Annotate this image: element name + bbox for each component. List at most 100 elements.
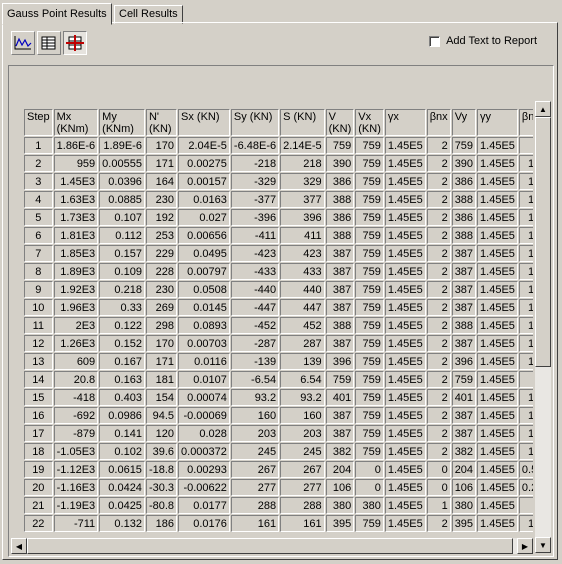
table-row[interactable]: 7 1.85E3 0.157 229 0.0495 -423 423 387 759 1.45E5… [24, 245, 533, 262]
table-row[interactable]: 3 1.45E3 0.0396 164 0.00157 -329 329 386 759 1.45… [24, 173, 533, 190]
table-cell: 0.403 [99, 389, 145, 406]
table-row[interactable]: 21 -1.19E3 0.0425 -80.8 0.0177 288 288 380 380 1.… [24, 497, 533, 514]
table-cell: 22 [24, 515, 53, 532]
table-row[interactable]: 8 1.89E3 0.109 228 0.00797 -433 433 387 759 1.45E… [24, 263, 533, 280]
table-cell: 0.122 [99, 317, 145, 334]
table-view-button[interactable] [37, 31, 61, 55]
table-row[interactable]: 16 -692 0.0986 94.5 -0.00069 160 160 387 759 1.45… [24, 407, 533, 424]
table-cell: 229 [145, 245, 178, 262]
table-cell: 0.218 [99, 281, 145, 298]
table-row[interactable]: 18 -1.05E3 0.102 39.6 0.000372 245 245 382 759 1.… [24, 443, 533, 460]
table-cell: 1.02 [518, 191, 533, 208]
column-header[interactable]: Vx (KN) [355, 109, 384, 136]
table-cell: 1.26E3 [53, 335, 99, 352]
column-header[interactable]: γy [477, 109, 518, 136]
horizontal-scrollbar[interactable]: ◀ ▶ [11, 538, 533, 554]
table-cell: 1.45E5 [477, 389, 518, 406]
column-header[interactable]: Step [24, 109, 53, 136]
table-cell: 759 [451, 137, 477, 154]
tab-gauss-point-results[interactable]: Gauss Point Results [2, 3, 112, 25]
table-cell: 0.00797 [178, 263, 230, 280]
table-cell: 387 [451, 299, 477, 316]
table-cell: 10 [24, 299, 53, 316]
column-header[interactable]: γx [384, 109, 426, 136]
table-cell: 1.45E5 [477, 317, 518, 334]
table-cell: 1.45E5 [384, 407, 426, 424]
add-text-to-report-option[interactable]: Add Text to Report [429, 35, 537, 47]
table-row[interactable]: 13 609 0.167 171 0.0116 -139 139 396 759 1.45E5 2 3… [24, 353, 533, 370]
table-cell: 204 [325, 461, 355, 478]
add-text-to-report-checkbox[interactable] [429, 35, 441, 47]
table-row[interactable]: 15 -418 0.403 154 0.00074 93.2 93.2 401 759 1.45E… [24, 389, 533, 406]
table-cell: 204 [451, 461, 477, 478]
table-row[interactable]: 17 -879 0.141 120 0.028 203 203 387 759 1.45E5 2 38… [24, 425, 533, 442]
table-cell: 181 [145, 371, 178, 388]
table-cell: 1.01 [518, 443, 533, 460]
scroll-up-button[interactable]: ▲ [535, 101, 551, 117]
table-cell: 2 [426, 515, 451, 532]
table-cell: 277 [280, 479, 325, 496]
column-header[interactable]: Vy [451, 109, 477, 136]
table-row[interactable]: 11 2E3 0.122 298 0.0893 -452 452 388 759 1.45E5 2 3… [24, 317, 533, 334]
table-cell: 139 [280, 353, 325, 370]
table-row[interactable]: 22 -711 0.132 186 0.0176 161 161 395 759 1.45E5 2 3… [24, 515, 533, 532]
vertical-scrollbar[interactable]: ▲ ▼ [535, 101, 551, 553]
column-header[interactable]: βny [518, 109, 533, 136]
scroll-right-button[interactable]: ▶ [517, 538, 533, 554]
table-cell: 11 [24, 317, 53, 334]
column-header[interactable]: V (KN) [325, 109, 355, 136]
column-header[interactable]: βnx [426, 109, 451, 136]
table-cell: 1.45E5 [477, 497, 518, 514]
table-cell: 2 [426, 155, 451, 172]
table-row[interactable]: 14 20.8 0.163 181 0.0107 -6.54 6.54 759 759 1.45E… [24, 371, 533, 388]
table-cell: -440 [230, 281, 280, 298]
column-header[interactable]: Sx (KN) [178, 109, 230, 136]
table-row[interactable]: 4 1.63E3 0.0885 230 0.0163 -377 377 388 759 1.45E… [24, 191, 533, 208]
column-header[interactable]: N' (KN) [145, 109, 178, 136]
table-cell: 0 [426, 479, 451, 496]
table-cell: 20.8 [53, 371, 99, 388]
results-grid-frame: Step Mx (KNm) My (KNm) N' (KN) Sx (KN) Sy (KN… [8, 65, 554, 557]
table-cell: 0.00703 [178, 335, 230, 352]
table-cell: 1.45E5 [384, 263, 426, 280]
table-cell: 1.45E5 [384, 443, 426, 460]
table-row[interactable]: 20 -1.16E3 0.0424 -30.3 -0.00622 277 277 106 0 1.… [24, 479, 533, 496]
column-header[interactable]: Mx (KNm) [53, 109, 99, 136]
table-cell: 386 [325, 209, 355, 226]
table-cell: 1.02 [518, 425, 533, 442]
table-row[interactable]: 5 1.73E3 0.107 192 0.027 -396 396 386 759 1.45E5 2… [24, 209, 533, 226]
arrow-up-icon: ▲ [539, 104, 547, 114]
table-cell: 759 [355, 371, 384, 388]
column-header[interactable]: Sy (KN) [230, 109, 280, 136]
table-cell: 759 [355, 191, 384, 208]
table-cell: 386 [451, 173, 477, 190]
table-cell: 759 [325, 371, 355, 388]
cross-section-view-button[interactable] [63, 31, 87, 55]
column-header[interactable]: S (KN) [280, 109, 325, 136]
table-cell: 387 [325, 263, 355, 280]
table-cell: 267 [280, 461, 325, 478]
column-header[interactable]: My (KNm) [99, 109, 145, 136]
table-cell: 1.45E5 [477, 353, 518, 370]
table-cell: 39.6 [145, 443, 178, 460]
table-row[interactable]: 1 1.86E-6 1.89E-6 170 2.04E-5 -6.48E-6 2.14E-5… [24, 137, 533, 154]
table-cell: 0.0885 [99, 191, 145, 208]
horizontal-scroll-thumb[interactable] [27, 538, 513, 554]
vertical-scroll-thumb[interactable] [535, 117, 551, 367]
scroll-left-button[interactable]: ◀ [11, 538, 27, 554]
table-row[interactable]: 2 959 0.00555 171 0.00275 -218 218 390 759 1.45E5… [24, 155, 533, 172]
table-row[interactable]: 6 1.81E3 0.112 253 0.00656 -411 411 388 759 1.45E… [24, 227, 533, 244]
table-cell: -711 [53, 515, 99, 532]
table-row[interactable]: 10 1.96E3 0.33 269 0.0145 -447 447 387 759 1.45E5… [24, 299, 533, 316]
table-cell: 2 [426, 407, 451, 424]
chart-view-button[interactable] [11, 31, 35, 55]
table-cell: 1.45E5 [477, 461, 518, 478]
scroll-down-button[interactable]: ▼ [535, 537, 551, 553]
table-cell: 192 [145, 209, 178, 226]
table-row[interactable]: 19 -1.12E3 0.0615 -18.8 0.00293 267 267 204 0 1.4… [24, 461, 533, 478]
table-cell: 388 [325, 191, 355, 208]
table-cell: 759 [355, 209, 384, 226]
table-cell: -423 [230, 245, 280, 262]
table-row[interactable]: 9 1.92E3 0.218 230 0.0508 -440 440 387 759 1.45E5… [24, 281, 533, 298]
table-row[interactable]: 12 1.26E3 0.152 170 0.00703 -287 287 387 759 1.45… [24, 335, 533, 352]
